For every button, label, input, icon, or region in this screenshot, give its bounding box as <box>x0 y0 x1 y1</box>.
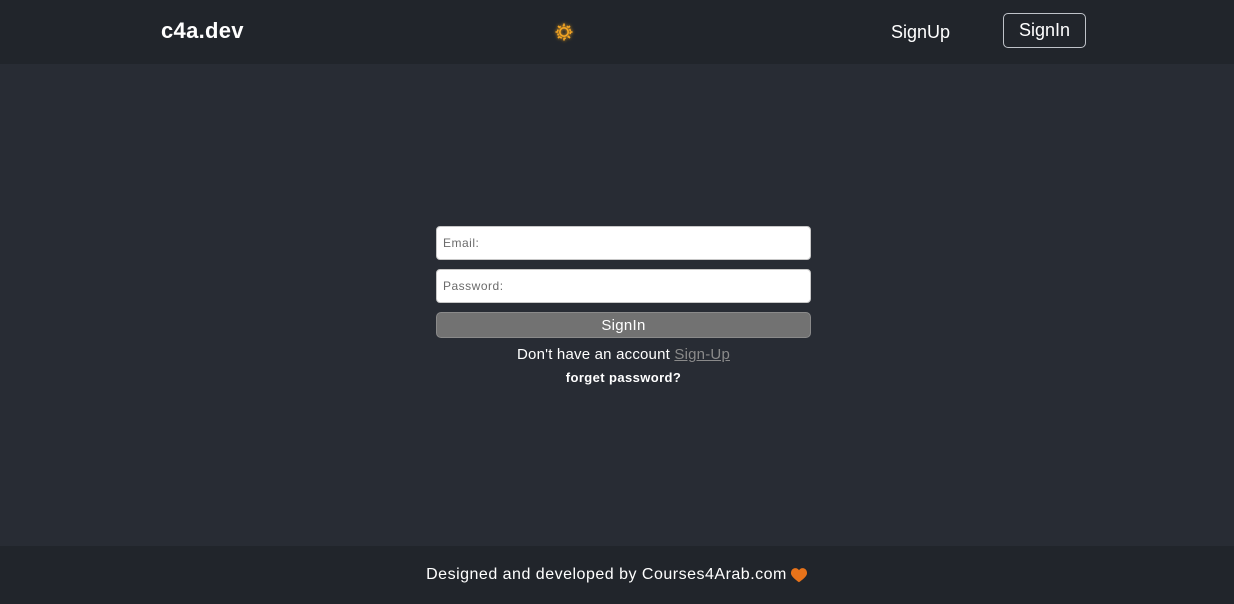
footer: Designed and developed by Courses4Arab.c… <box>0 546 1234 604</box>
no-account-text: Don't have an account <box>517 346 671 363</box>
nav-signup-link[interactable]: SignUp <box>891 22 950 43</box>
sun-gear-icon <box>552 20 576 44</box>
no-account-line: Don't have an account Sign-Up <box>436 346 811 363</box>
signin-submit-button[interactable]: SignIn <box>436 312 811 338</box>
brand-logo[interactable]: c4a.dev <box>161 18 244 44</box>
heart-icon <box>790 567 808 583</box>
signin-form: SignIn Don't have an account Sign-Up for… <box>436 226 811 385</box>
password-field[interactable] <box>436 269 811 303</box>
footer-text: Designed and developed by Courses4Arab.c… <box>426 566 787 583</box>
top-navbar: c4a.dev SignUp SignIn <box>0 0 1234 64</box>
nav-signin-button[interactable]: SignIn <box>1003 13 1086 48</box>
theme-toggle-button[interactable] <box>552 20 576 44</box>
forget-password-link[interactable]: forget password? <box>436 370 811 385</box>
signup-link[interactable]: Sign-Up <box>674 346 730 363</box>
email-field[interactable] <box>436 226 811 260</box>
